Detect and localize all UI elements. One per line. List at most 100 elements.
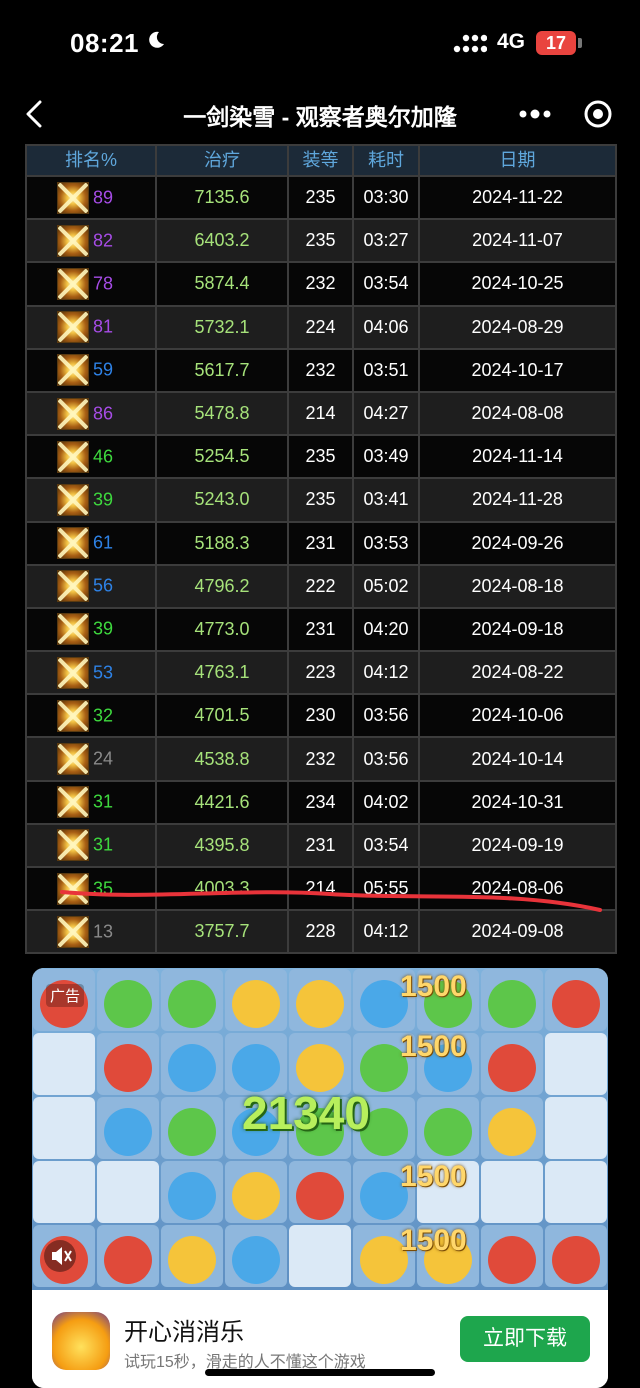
back-icon[interactable] [16, 94, 52, 134]
page-title: 一剑染雪 - 观察者奥尔加隆 [183, 104, 457, 130]
spell-icon [57, 354, 89, 387]
header-date[interactable]: 日期 [418, 144, 617, 177]
cell-time: 03:54 [352, 261, 420, 307]
cell-rank: 59 [25, 347, 157, 393]
spell-icon [57, 440, 89, 473]
board-tile [97, 1161, 159, 1223]
rank-percent: 89 [93, 187, 114, 208]
nav-bar: 一剑染雪 - 观察者奥尔加隆 [0, 88, 640, 146]
spell-icon [57, 613, 89, 646]
header-ilvl[interactable]: 装等 [287, 144, 354, 177]
moon-icon [149, 31, 164, 48]
cell-rank: 31 [25, 822, 157, 869]
score-popup: 1500 [400, 1160, 467, 1193]
cell-time: 03:27 [352, 218, 420, 264]
header-time[interactable]: 耗时 [352, 144, 420, 177]
cell-rank: 39 [25, 606, 157, 653]
table-row[interactable]: 35 4003.3 214 05:55 2024-08-06 [25, 865, 617, 912]
cell-rank: 24 [25, 736, 157, 782]
rank-percent: 39 [93, 618, 114, 639]
candy-piece [296, 1044, 344, 1092]
table-row[interactable]: 31 4395.8 231 03:54 2024-09-19 [25, 822, 617, 869]
table-row[interactable]: 32 4701.5 230 03:56 2024-10-06 [25, 693, 617, 739]
table-row[interactable]: 56 4796.2 222 05:02 2024-08-18 [25, 563, 617, 609]
candy-piece [232, 980, 280, 1028]
cell-time: 04:20 [352, 606, 420, 653]
board-tile [33, 1161, 95, 1223]
record-icon[interactable] [582, 98, 614, 130]
candy-piece [488, 1108, 536, 1156]
cell-heal: 4538.8 [155, 736, 289, 782]
spell-icon [57, 397, 89, 430]
cell-date: 2024-10-17 [418, 347, 617, 393]
cell-date: 2024-10-14 [418, 736, 617, 782]
home-indicator[interactable] [205, 1369, 435, 1376]
candy-piece [488, 1044, 536, 1092]
table-row[interactable]: 53 4763.1 223 04:12 2024-08-22 [25, 650, 617, 696]
board-tile [481, 1161, 543, 1223]
table-row[interactable]: 81 5732.1 224 04:06 2024-08-29 [25, 304, 617, 350]
table-row[interactable]: 89 7135.6 235 03:30 2024-11-22 [25, 174, 617, 221]
board-tile [545, 1161, 607, 1223]
candy-piece [104, 1044, 152, 1092]
cell-ilvl: 232 [287, 261, 354, 307]
candy-piece [552, 980, 600, 1028]
table-row[interactable]: 86 5478.8 214 04:27 2024-08-08 [25, 390, 617, 437]
candy-piece [104, 1108, 152, 1156]
cell-time: 03:53 [352, 520, 420, 566]
cell-ilvl: 214 [287, 390, 354, 437]
rank-percent: 24 [93, 748, 114, 769]
table-row[interactable]: 82 6403.2 235 03:27 2024-11-07 [25, 218, 617, 264]
cell-ilvl: 235 [287, 218, 354, 264]
table-row[interactable]: 59 5617.7 232 03:51 2024-10-17 [25, 347, 617, 393]
table-row[interactable]: 39 5243.0 235 03:41 2024-11-28 [25, 477, 617, 523]
mute-icon[interactable] [44, 1240, 76, 1272]
cell-rank: 53 [25, 650, 157, 696]
ad-banner[interactable]: 广告 21340 1500 1500 1500 1500 开心消消乐 试玩15秒… [32, 968, 608, 1388]
spell-icon [57, 915, 89, 948]
table-row[interactable]: 24 4538.8 232 03:56 2024-10-14 [25, 736, 617, 782]
rank-percent: 31 [93, 834, 114, 855]
table-row[interactable]: 31 4421.6 234 04:02 2024-10-31 [25, 779, 617, 825]
rank-percent: 56 [93, 575, 114, 596]
signal-icon [453, 34, 487, 53]
cell-rank: 81 [25, 304, 157, 350]
more-icon[interactable] [516, 96, 554, 132]
cell-ilvl: 235 [287, 434, 354, 480]
table-row[interactable]: 39 4773.0 231 04:20 2024-09-18 [25, 606, 617, 653]
download-button[interactable]: 立即下载 [460, 1316, 590, 1362]
cell-time: 04:02 [352, 779, 420, 825]
rank-percent: 46 [93, 446, 114, 467]
candy-piece [168, 1172, 216, 1220]
cell-ilvl: 223 [287, 650, 354, 696]
cell-date: 2024-11-07 [418, 218, 617, 264]
cell-heal: 4701.5 [155, 693, 289, 739]
cell-rank: 31 [25, 779, 157, 825]
cell-ilvl: 214 [287, 865, 354, 912]
cell-date: 2024-11-22 [418, 174, 617, 221]
cell-date: 2024-08-18 [418, 563, 617, 609]
cell-time: 03:54 [352, 822, 420, 869]
cell-date: 2024-08-22 [418, 650, 617, 696]
cell-time: 04:12 [352, 909, 420, 955]
spell-icon [57, 181, 89, 214]
cell-heal: 5188.3 [155, 520, 289, 566]
candy-piece [168, 1108, 216, 1156]
cell-rank: 35 [25, 865, 157, 912]
table-row[interactable]: 13 3757.7 228 04:12 2024-09-08 [25, 909, 617, 955]
status-time: 08:21 [70, 28, 139, 58]
table-row[interactable]: 61 5188.3 231 03:53 2024-09-26 [25, 520, 617, 566]
table-row[interactable]: 78 5874.4 232 03:54 2024-10-25 [25, 261, 617, 307]
app-name: 开心消消乐 [124, 1319, 244, 1346]
cell-ilvl: 232 [287, 736, 354, 782]
cell-heal: 4421.6 [155, 779, 289, 825]
cell-date: 2024-09-08 [418, 909, 617, 955]
table-row[interactable]: 46 5254.5 235 03:49 2024-11-14 [25, 434, 617, 480]
spell-icon [57, 872, 89, 905]
header-rank[interactable]: 排名% [25, 144, 157, 177]
candy-piece [168, 1044, 216, 1092]
table-header-row: 排名% 治疗 装等 耗时 日期 [25, 144, 617, 177]
app-icon[interactable] [52, 1312, 110, 1370]
spell-icon [57, 483, 89, 516]
header-heal[interactable]: 治疗 [155, 144, 289, 177]
